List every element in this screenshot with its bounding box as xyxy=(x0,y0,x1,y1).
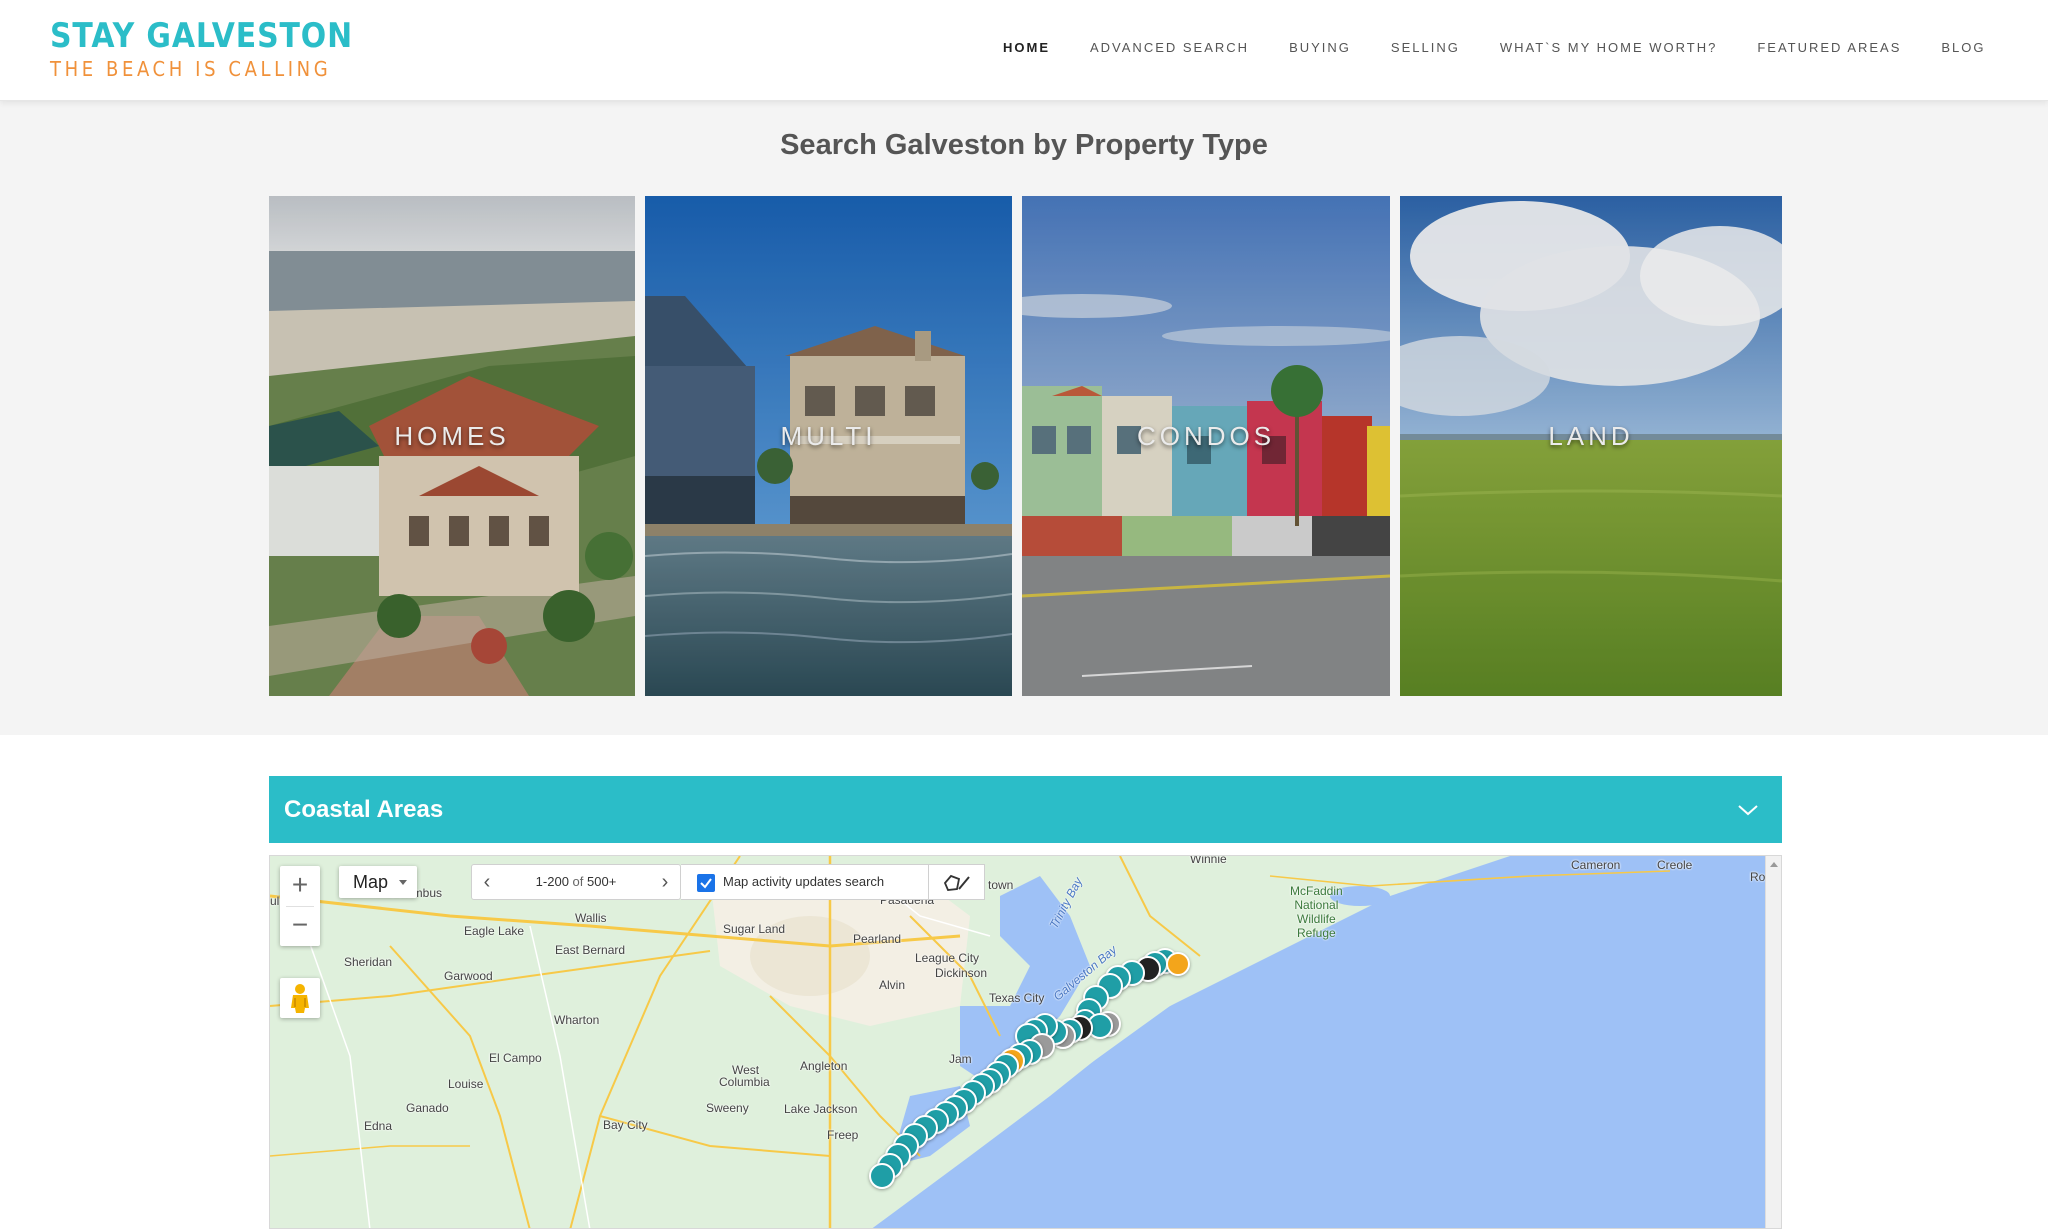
tile-multi[interactable]: MULTI xyxy=(645,196,1012,696)
pager-prev-button[interactable]: ‹ xyxy=(474,865,500,899)
map-label-wharton: Wharton xyxy=(554,1013,600,1027)
map-label-wallis: Wallis xyxy=(575,911,607,925)
map-label-town: town xyxy=(988,878,1014,892)
tile-condos[interactable]: CONDOS xyxy=(1022,196,1390,696)
nav-blog[interactable]: BLOG xyxy=(1941,40,1985,55)
site-header: STAY GALVESTON THE BEACH IS CALLING HOME… xyxy=(0,0,2048,101)
checkmark-icon xyxy=(700,878,712,889)
main-nav: HOME ADVANCED SEARCH BUYING SELLING WHAT… xyxy=(1003,40,2026,55)
listing-marker[interactable] xyxy=(869,1163,895,1189)
map-label-pearland: Pearland xyxy=(853,932,902,946)
pager-range: 1-200 xyxy=(535,874,569,889)
pager-of: of xyxy=(572,874,584,889)
pager-total: 500+ xyxy=(587,874,617,889)
property-type-section: Search Galveston by Property Type HOMES … xyxy=(0,101,2048,735)
coastal-areas-toggle[interactable]: Coastal Areas xyxy=(269,776,1782,843)
map-label-dickinson: Dickinson xyxy=(935,966,988,980)
scroll-up-icon xyxy=(1770,862,1778,867)
map-label-louise: Louise xyxy=(448,1077,484,1091)
map-label-mcfaddin-4: Refuge xyxy=(1296,926,1336,940)
zoom-in-button[interactable]: + xyxy=(280,866,320,906)
map-label-texas-city: Texas City xyxy=(989,991,1045,1005)
map-activity-label: Map activity updates search xyxy=(723,874,885,889)
map-label-creole: Creole xyxy=(1657,858,1693,872)
logo-tagline: THE BEACH IS CALLING xyxy=(50,57,332,81)
property-tiles: HOMES MULTI CONDOS LAND xyxy=(269,196,1782,696)
map-label-mcfaddin-1: McFaddin xyxy=(1290,884,1343,898)
site-logo[interactable]: STAY GALVESTON THE BEACH IS CALLING xyxy=(50,18,394,82)
map-label-angleton: Angleton xyxy=(800,1059,848,1073)
tile-homes-label: HOMES xyxy=(394,421,510,451)
nav-advanced-search[interactable]: ADVANCED SEARCH xyxy=(1090,40,1249,55)
map-label-mcfaddin-2: National xyxy=(1294,898,1339,912)
nav-home[interactable]: HOME xyxy=(1003,40,1050,55)
map-label-league-city: League City xyxy=(915,951,980,965)
map-label-mcfaddin: McFaddin National Wildlife Refuge xyxy=(1290,884,1343,940)
tile-homes[interactable]: HOMES xyxy=(269,196,635,696)
tile-land-label: LAND xyxy=(1548,421,1634,451)
street-view-button[interactable] xyxy=(280,978,320,1018)
pager-next-button[interactable]: › xyxy=(652,865,678,899)
zoom-out-button[interactable]: − xyxy=(280,906,320,946)
map-scrollbar[interactable] xyxy=(1765,856,1781,1228)
map-label-sweeny: Sweeny xyxy=(706,1101,749,1115)
listing-marker[interactable] xyxy=(1166,952,1190,976)
map-label-ro: Ro xyxy=(1750,870,1766,884)
map-type-label: Map xyxy=(353,872,389,892)
tile-multi-label: MULTI xyxy=(780,421,877,451)
map-label-lake-jackson: Lake Jackson xyxy=(784,1102,858,1116)
map-label-sugar-land: Sugar Land xyxy=(723,922,786,936)
map-activity-checkbox[interactable] xyxy=(697,874,715,892)
map-label-jam: Jam xyxy=(949,1052,972,1066)
map-label-garwood: Garwood xyxy=(444,969,493,983)
pager-text: 1-200 of 500+ xyxy=(506,865,646,899)
draw-polygon-icon xyxy=(943,874,970,891)
map-label-freeport: Freep xyxy=(827,1128,859,1142)
tile-condos-label: CONDOS xyxy=(1136,421,1276,451)
map-label-eagle-lake: Eagle Lake xyxy=(464,924,525,938)
coastal-areas-title: Coastal Areas xyxy=(284,796,444,823)
map-label-ganado: Ganado xyxy=(406,1101,449,1115)
pegman-icon xyxy=(291,984,309,1013)
chevron-down-icon xyxy=(1738,805,1758,816)
nav-selling[interactable]: SELLING xyxy=(1391,40,1460,55)
map-label-bay-city: Bay City xyxy=(603,1118,648,1132)
zoom-control: + − xyxy=(280,866,320,946)
nav-featured-areas[interactable]: FEATURED AREAS xyxy=(1757,40,1901,55)
logo-name: STAY GALVESTON xyxy=(50,16,354,56)
map-label-sheridan: Sheridan xyxy=(344,955,393,969)
map-label-columbia: Columbia xyxy=(719,1075,770,1089)
map-label-mcfaddin-3: Wildlife xyxy=(1297,912,1336,926)
map-label-cameron: Cameron xyxy=(1571,858,1621,872)
nav-home-worth[interactable]: WHAT`S MY HOME WORTH? xyxy=(1500,40,1718,55)
map-label-ul: ul xyxy=(270,894,280,908)
section-title: Search Galveston by Property Type xyxy=(780,129,1268,161)
results-pager: ‹ 1-200 of 500+ › xyxy=(471,864,681,900)
map-label-east-bernard: East Bernard xyxy=(555,943,626,957)
map-label-edna: Edna xyxy=(364,1119,393,1133)
map-label-winnie: Winnie xyxy=(1190,855,1227,866)
draw-area-button[interactable] xyxy=(929,864,985,900)
caret-down-icon xyxy=(399,880,407,885)
map-label-el-campo: El Campo xyxy=(489,1051,542,1065)
map-type-dropdown[interactable]: Map xyxy=(339,866,417,898)
listings-map[interactable]: Columbus Wallis Eagle Lake Sugar Land Pa… xyxy=(269,855,1782,1229)
tile-land[interactable]: LAND xyxy=(1400,196,1782,696)
nav-buying[interactable]: BUYING xyxy=(1289,40,1351,55)
map-activity-toggle: Map activity updates search xyxy=(681,864,929,900)
map-label-alvin: Alvin xyxy=(879,978,906,992)
